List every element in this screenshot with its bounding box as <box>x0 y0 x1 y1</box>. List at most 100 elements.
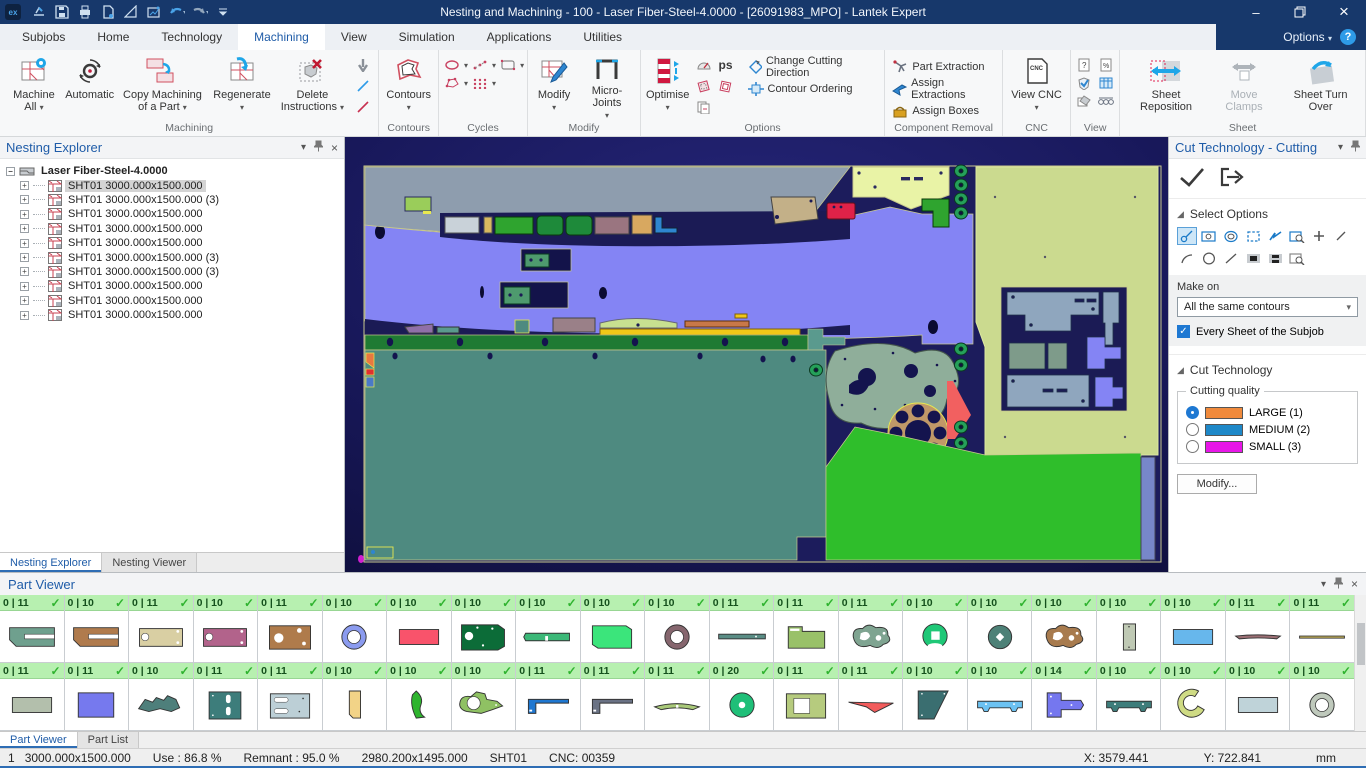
tab-view[interactable]: View <box>325 24 383 50</box>
panel-dropdown-icon[interactable]: ▾ <box>1338 142 1343 153</box>
tab-subjobs[interactable]: Subjobs <box>6 24 81 50</box>
sheet-turn-over-button[interactable]: Sheet Turn Over <box>1279 52 1362 120</box>
tab-nesting-explorer[interactable]: Nesting Explorer <box>0 553 102 572</box>
stamp-icon[interactable] <box>694 77 714 95</box>
view-eraser-icon[interactable] <box>1074 92 1094 110</box>
customize-toolbar-icon[interactable] <box>215 4 231 20</box>
part-cell[interactable]: 0 | 11✓ <box>129 595 193 662</box>
pin-icon[interactable] <box>314 140 323 155</box>
tree-item-sheet[interactable]: +SHT01 3000.000x1500.000 <box>6 279 344 293</box>
part-cell[interactable]: 0 | 10✓ <box>1097 595 1161 662</box>
select-options-section[interactable]: ◢ Select Options <box>1169 198 1366 225</box>
part-cell[interactable]: 0 | 10✓ <box>968 595 1032 662</box>
cut-technology-section[interactable]: ◢ Cut Technology <box>1169 354 1366 381</box>
part-cell[interactable]: 0 | 11✓ <box>258 663 322 730</box>
part-cell[interactable]: 0 | 11✓ <box>839 595 903 662</box>
inner-remnant-panel[interactable] <box>1007 292 1123 407</box>
modify-button[interactable]: Modify▾ <box>531 52 577 120</box>
view-clamps-icon[interactable] <box>1096 92 1116 110</box>
contour-select-icon[interactable] <box>1221 227 1241 245</box>
part-cell[interactable]: 0 | 10✓ <box>194 595 258 662</box>
pin-icon[interactable] <box>1351 140 1360 155</box>
slash-icon[interactable] <box>1331 227 1351 245</box>
regenerate-button[interactable]: Regenerate ▾ <box>210 52 273 120</box>
part-cell[interactable]: 0 | 10✓ <box>903 595 967 662</box>
polygon-select-icon[interactable] <box>1243 227 1263 245</box>
tree-item-sheet[interactable]: +SHT01 3000.000x1500.000 (3) <box>6 193 344 207</box>
part-cell[interactable]: 0 | 11✓ <box>194 663 258 730</box>
zoom-select-icon[interactable] <box>1287 227 1307 245</box>
cycle-dotted-line-icon[interactable] <box>470 56 490 74</box>
tree-item-sheet[interactable]: +SHT01 3000.000x1500.000 <box>6 308 344 322</box>
chain-select-icon[interactable] <box>1265 227 1285 245</box>
tree-item-sheet[interactable]: +SHT01 3000.000x1500.000 (3) <box>6 265 344 279</box>
exit-icon[interactable] <box>1219 167 1245 190</box>
view-help-doc-icon[interactable]: ? <box>1074 56 1094 74</box>
optimise-button[interactable]: Optimise▾ <box>644 52 692 120</box>
part-cell[interactable]: 0 | 10✓ <box>129 663 193 730</box>
copy-machining-button[interactable]: Copy Machining of a Part ▾ <box>114 52 210 120</box>
part-cell[interactable]: 0 | 11✓ <box>0 595 64 662</box>
part-cell[interactable]: 0 | 11✓ <box>581 663 645 730</box>
cutting-quality-option[interactable]: SMALL (3) <box>1186 438 1349 455</box>
part-cell[interactable]: 0 | 10✓ <box>516 595 580 662</box>
tree-expand-icon[interactable]: + <box>20 210 29 219</box>
tree-expand-icon[interactable]: + <box>20 296 29 305</box>
import-icon[interactable] <box>31 4 47 20</box>
tree-expand-icon[interactable]: + <box>20 253 29 262</box>
tab-machining[interactable]: Machining <box>238 24 325 50</box>
part-cell[interactable]: 0 | 10✓ <box>645 595 709 662</box>
redo-icon[interactable] <box>192 4 208 20</box>
view-cnc-button[interactable]: CNC View CNC ▾ <box>1006 52 1067 120</box>
assign-boxes-button[interactable]: Assign Boxes <box>888 100 983 122</box>
tree-expand-icon[interactable]: + <box>20 181 29 190</box>
gauge-icon[interactable] <box>694 56 714 74</box>
tree-expand-icon[interactable]: + <box>20 224 29 233</box>
help-icon[interactable]: ? <box>1340 29 1356 45</box>
part-cell[interactable]: 0 | 20✓ <box>710 663 774 730</box>
panel-dropdown-icon[interactable]: ▾ <box>301 142 306 153</box>
part-cell[interactable]: 0 | 10✓ <box>323 663 387 730</box>
view-table-icon[interactable] <box>1096 74 1116 92</box>
part-cell[interactable]: 0 | 10✓ <box>1161 663 1225 730</box>
panel-dropdown-icon[interactable]: ▾ <box>1321 579 1326 590</box>
modify-technology-button[interactable]: Modify... <box>1177 474 1257 494</box>
print-icon[interactable] <box>77 4 93 20</box>
part-cell[interactable]: 0 | 10✓ <box>1097 663 1161 730</box>
move-clamps-button[interactable]: Move Clamps <box>1209 52 1279 120</box>
machine-all-button[interactable]: Machine All ▾ <box>3 52 65 120</box>
part-cell[interactable]: 0 | 14✓ <box>1032 663 1096 730</box>
tab-part-viewer[interactable]: Part Viewer <box>0 732 78 748</box>
restore-button[interactable] <box>1278 0 1322 24</box>
small-green-part[interactable] <box>405 197 431 211</box>
part-grid-scrollbar[interactable] <box>1354 595 1366 732</box>
contours-button[interactable]: Contours▾ <box>382 52 435 120</box>
minimize-button[interactable]: – <box>1234 0 1278 24</box>
quality-radio[interactable] <box>1186 440 1199 453</box>
part-cell[interactable]: 0 | 11✓ <box>645 663 709 730</box>
part-cell[interactable]: 0 | 11✓ <box>1290 595 1354 662</box>
ps-icon[interactable]: ps <box>716 56 736 74</box>
tree-item-sheet[interactable]: +SHT01 3000.000x1500.000 <box>6 294 344 308</box>
pick-point-icon[interactable] <box>1177 227 1197 245</box>
tree-expand-icon[interactable]: + <box>20 195 29 204</box>
tree-root-job[interactable]: −Laser Fiber-Steel-4.0000 <box>6 164 344 178</box>
part-cell[interactable]: 0 | 11✓ <box>710 595 774 662</box>
teal-plate-part[interactable] <box>365 350 826 560</box>
tab-part-list[interactable]: Part List <box>78 732 139 748</box>
tree-expand-icon[interactable]: + <box>20 239 29 248</box>
report-icon[interactable] <box>146 4 162 20</box>
tab-utilities[interactable]: Utilities <box>567 24 638 50</box>
part-cell[interactable]: 0 | 10✓ <box>323 595 387 662</box>
tab-nesting-viewer[interactable]: Nesting Viewer <box>102 553 197 572</box>
tree-item-sheet[interactable]: +SHT01 3000.000x1500.000 <box>6 207 344 221</box>
part-cell[interactable]: 0 | 11✓ <box>1226 595 1290 662</box>
view-check-icon[interactable] <box>1074 74 1094 92</box>
window-select-icon[interactable] <box>1199 227 1219 245</box>
part-extraction-button[interactable]: Part Extraction <box>888 56 988 78</box>
part-cell[interactable]: 0 | 11✓ <box>839 663 903 730</box>
part-cell[interactable]: 0 | 10✓ <box>1161 595 1225 662</box>
part-cell[interactable]: 0 | 10✓ <box>968 663 1032 730</box>
close-button[interactable]: × <box>1322 0 1366 24</box>
part-cell[interactable]: 0 | 10✓ <box>387 595 451 662</box>
